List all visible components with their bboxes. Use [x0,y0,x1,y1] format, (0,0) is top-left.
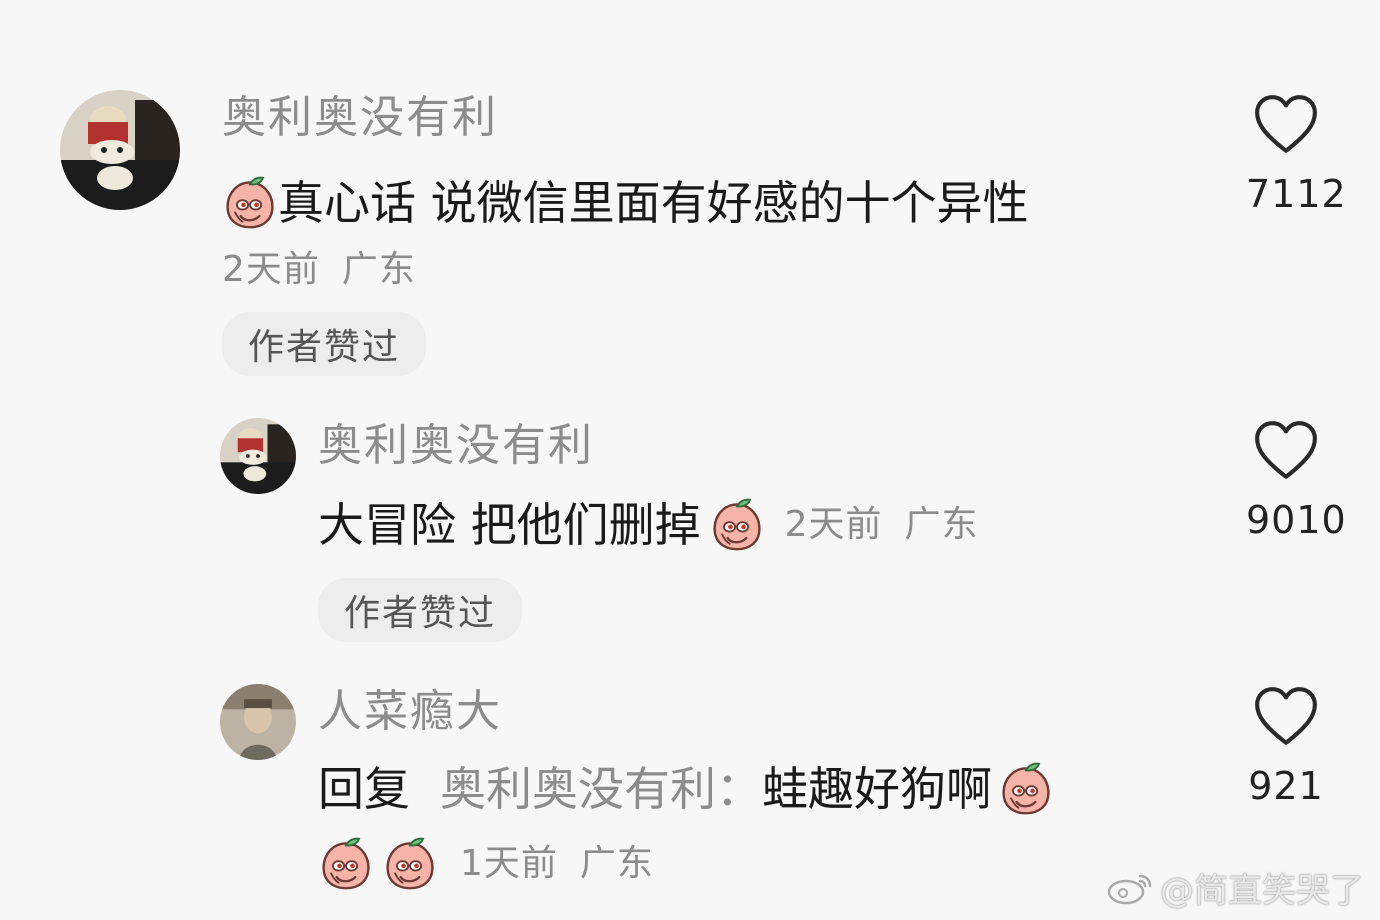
heart-outline-icon [1253,686,1319,748]
peach-face-emoji-icon [998,761,1054,817]
reply-target-username[interactable]: 奥利奥没有利： [440,758,762,820]
watermark-text: @简直笑哭了 [1160,871,1364,911]
weibo-watermark: @简直笑哭了 [1106,863,1364,912]
weibo-logo-icon [1107,874,1152,904]
comment-text: 回复 奥利奥没有利： 蛙趣好狗啊 [318,758,1054,820]
avatar[interactable] [220,684,296,760]
comment-body: 蛙趣好狗啊 [762,762,992,816]
person-photo-avatar-icon [220,684,296,760]
peach-face-emoji-icon [318,836,374,892]
peach-face-emoji-icon [382,836,438,892]
comment-item: 人菜瘾大 回复 奥利奥没有利： 蛙趣好狗啊 1天前 广东 921 [0,0,1380,920]
comment-location: 广东 [579,843,654,884]
comment-meta: 1天前 广东 [318,836,654,892]
reply-prefix: 回复 [318,762,410,816]
like-button[interactable]: 921 [1246,686,1326,808]
comment-time: 1天前 [460,843,558,884]
username[interactable]: 人菜瘾大 [318,684,502,740]
like-count: 921 [1248,764,1324,808]
